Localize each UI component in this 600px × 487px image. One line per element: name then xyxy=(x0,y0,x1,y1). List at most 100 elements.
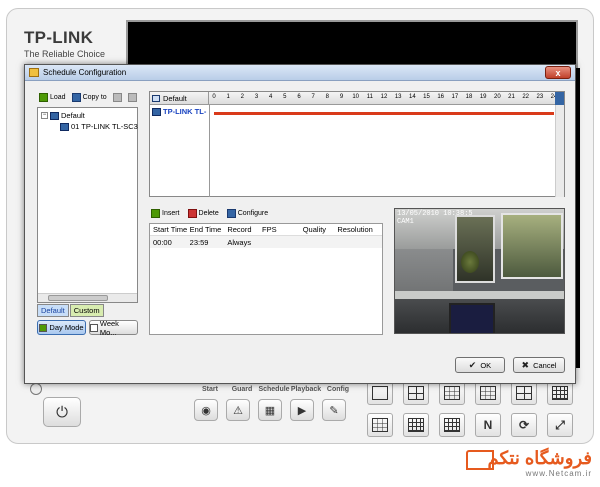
record-icon: ◉ xyxy=(201,404,211,417)
delete-label: Delete xyxy=(198,210,219,217)
n-icon: N xyxy=(483,418,493,432)
layout-5x5-button[interactable] xyxy=(439,413,465,437)
schedule-toolbar: Insert Delete Configure xyxy=(151,209,268,218)
layout-3x3-button[interactable] xyxy=(475,381,501,405)
cell-record: Always xyxy=(227,237,252,247)
tree-horizontal-scrollbar[interactable] xyxy=(38,293,137,302)
layout-4x4b-button[interactable] xyxy=(403,413,429,437)
calendar-icon xyxy=(29,68,39,77)
wrench-icon: ✎ xyxy=(329,404,339,417)
table-row[interactable]: 00:00 23:59 Always xyxy=(150,236,382,248)
hour-tick: 12 xyxy=(380,94,388,100)
hour-tick: 19 xyxy=(479,94,487,100)
collapse-icon[interactable]: − xyxy=(41,112,48,119)
insert-button[interactable]: Insert xyxy=(151,209,180,218)
config-button[interactable]: ✎ xyxy=(322,399,346,421)
configure-button[interactable]: Configure xyxy=(226,209,268,218)
week-mode-label: Week Mo... xyxy=(99,318,119,337)
start-button[interactable]: ◉ xyxy=(194,399,218,421)
insert-icon xyxy=(151,209,160,218)
hour-tick: 23 xyxy=(536,94,544,100)
tree-camera-label: 01 TP-LINK TL-SC3 xyxy=(71,122,138,131)
schedule-icon: ▦ xyxy=(264,404,276,417)
close-button[interactable]: x xyxy=(545,66,571,79)
preview-window-garden xyxy=(501,213,563,279)
layout-n-button[interactable]: N xyxy=(475,413,501,437)
layout-3x3-icon xyxy=(480,386,496,400)
layout-selector: N ⟳ ⤢ xyxy=(367,381,573,437)
schedule-bar[interactable] xyxy=(214,112,554,115)
control-labels: Start Guard Schedule Playback Config xyxy=(194,386,354,393)
tab-default[interactable]: Default xyxy=(37,304,69,317)
layout-5x5-icon xyxy=(444,418,460,432)
fullscreen-button[interactable]: ⤢ xyxy=(547,413,573,437)
layout-2x2-icon xyxy=(408,386,424,400)
hour-tick: 15 xyxy=(423,94,430,100)
control-buttons: ◉ ⚠ ▦ ▶ ✎ xyxy=(194,399,346,421)
col-resolution: Resolution xyxy=(337,225,373,234)
tab-custom[interactable]: Custom xyxy=(69,304,104,317)
layout-1plus5-icon xyxy=(444,386,460,400)
tree-toolbar: Load Copy to xyxy=(39,93,137,102)
preview-counter xyxy=(395,291,564,299)
layout-3x3b-icon xyxy=(372,418,388,432)
layout-1x1-button[interactable] xyxy=(367,381,393,405)
configure-icon xyxy=(226,209,236,218)
dialog-titlebar[interactable]: Schedule Configuration xyxy=(25,65,575,81)
watermark-url: www.Netcam.ir xyxy=(525,469,592,478)
schedule-table[interactable]: Start Time End Time Record FPS Quality R… xyxy=(149,223,383,335)
hour-tick: 5 xyxy=(283,94,287,100)
schedule-timeline[interactable]: Default 0 1 2 3 4 5 6 7 8 9 10 11 12 13 14 15 16 17 18 19 20… xyxy=(149,91,565,197)
week-mode-check-icon xyxy=(90,323,98,332)
copy-to-button[interactable]: Copy to xyxy=(71,93,107,102)
delete-button[interactable]: Delete xyxy=(187,209,219,218)
layout-2x2-button[interactable] xyxy=(403,381,429,405)
add-group-button[interactable] xyxy=(112,93,122,102)
hour-tick: 17 xyxy=(451,94,459,100)
layout-1plus7-button[interactable] xyxy=(511,381,537,405)
hour-tick: 14 xyxy=(408,94,416,100)
load-icon xyxy=(39,93,48,102)
layout-4x4-button[interactable] xyxy=(547,381,573,405)
minimize-circle-icon[interactable] xyxy=(30,383,42,395)
camera-tree[interactable]: − Default 01 TP-LINK TL-SC3 xyxy=(37,107,138,303)
timeline-header-cell: Default xyxy=(150,92,209,105)
col-quality: Quality xyxy=(302,225,327,234)
timeline-vertical-scrollbar[interactable] xyxy=(555,105,564,197)
hour-tick: 7 xyxy=(311,94,315,100)
hour-tick: 6 xyxy=(297,94,301,100)
tree-tabs: Default Custom xyxy=(37,304,104,317)
hour-tick: 4 xyxy=(268,94,273,100)
playback-button[interactable]: ▶ xyxy=(290,399,314,421)
warning-icon: ⚠ xyxy=(233,404,243,417)
sequence-button[interactable]: ⟳ xyxy=(511,413,537,437)
remove-group-icon xyxy=(127,93,137,102)
group-icon xyxy=(50,111,59,120)
layout-4x4-icon xyxy=(552,386,568,400)
timeline-row-label: TP-LINK TL- xyxy=(163,107,207,116)
delete-icon xyxy=(187,209,197,218)
camera-row-icon xyxy=(152,107,161,116)
tree-node-camera[interactable]: 01 TP-LINK TL-SC3 xyxy=(60,122,138,131)
grid-icon xyxy=(152,95,160,102)
layout-3x3b-button[interactable] xyxy=(367,413,393,437)
tree-scroll-thumb[interactable] xyxy=(48,295,108,301)
cancel-button[interactable]: ✖ Cancel xyxy=(513,357,565,373)
hour-tick: 9 xyxy=(339,94,344,100)
ok-button[interactable]: ✔ OK xyxy=(455,357,505,373)
remove-group-button[interactable] xyxy=(127,93,137,102)
week-mode-button[interactable]: Week Mo... xyxy=(89,318,138,337)
layout-1plus5-button[interactable] xyxy=(439,381,465,405)
hour-tick: 2 xyxy=(240,94,244,100)
guard-button[interactable]: ⚠ xyxy=(226,399,250,421)
tree-node-default[interactable]: − Default xyxy=(41,111,85,120)
day-mode-button[interactable]: Day Mode xyxy=(37,320,86,335)
timeline-row-camera[interactable]: TP-LINK TL- xyxy=(152,107,206,116)
copy-to-label: Copy to xyxy=(82,94,107,101)
add-group-icon xyxy=(112,93,122,102)
schedule-button[interactable]: ▦ xyxy=(258,399,282,421)
camera-preview: 13/05/2010 10:38:5 CAM1 xyxy=(394,208,565,334)
timeline-divider xyxy=(209,105,210,197)
load-button[interactable]: Load xyxy=(39,93,66,102)
power-button[interactable]: ⏻ xyxy=(43,397,81,427)
